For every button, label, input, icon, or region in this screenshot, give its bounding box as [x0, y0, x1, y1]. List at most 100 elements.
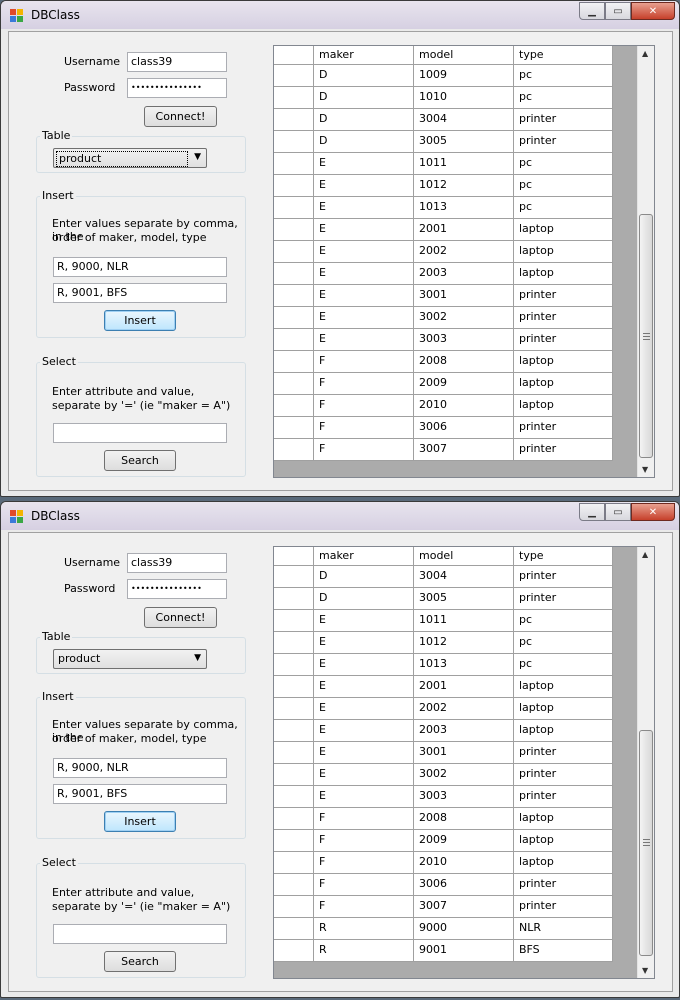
cell-maker[interactable]: E — [314, 219, 414, 241]
close-button[interactable]: ✕ — [631, 503, 675, 521]
table-row[interactable]: F 2010 laptop — [274, 395, 613, 417]
cell-type[interactable]: printer — [514, 285, 613, 307]
table-row[interactable]: E 2001 laptop — [274, 676, 613, 698]
cell-model[interactable]: 1009 — [414, 65, 514, 87]
cell-model[interactable]: 2002 — [414, 241, 514, 263]
table-row[interactable]: F 3006 printer — [274, 874, 613, 896]
cell-model[interactable]: 3001 — [414, 742, 514, 764]
column-header-maker[interactable]: maker — [314, 46, 414, 65]
cell-maker[interactable]: E — [314, 698, 414, 720]
scroll-up-arrow-icon[interactable]: ▲ — [642, 49, 648, 58]
scrollbar-thumb[interactable] — [639, 214, 653, 458]
table-row[interactable]: E 2002 laptop — [274, 241, 613, 263]
cell-type[interactable]: pc — [514, 175, 613, 197]
cell-maker[interactable]: F — [314, 830, 414, 852]
cell-type[interactable]: printer — [514, 131, 613, 153]
row-header[interactable] — [274, 786, 314, 808]
cell-type[interactable]: laptop — [514, 395, 613, 417]
cell-model[interactable]: 9000 — [414, 918, 514, 940]
cell-model[interactable]: 1012 — [414, 175, 514, 197]
cell-type[interactable]: printer — [514, 307, 613, 329]
cell-maker[interactable]: F — [314, 417, 414, 439]
insert-button[interactable]: Insert — [104, 310, 176, 331]
table-row[interactable]: F 2008 laptop — [274, 351, 613, 373]
cell-model[interactable]: 3002 — [414, 307, 514, 329]
column-header-model[interactable]: model — [414, 46, 514, 65]
cell-maker[interactable]: E — [314, 153, 414, 175]
cell-model[interactable]: 2003 — [414, 720, 514, 742]
cell-model[interactable]: 3004 — [414, 566, 514, 588]
cell-model[interactable]: 1011 — [414, 610, 514, 632]
cell-model[interactable]: 2009 — [414, 373, 514, 395]
row-header[interactable] — [274, 153, 314, 175]
cell-model[interactable]: 2001 — [414, 676, 514, 698]
table-row[interactable]: D 1010 pc — [274, 87, 613, 109]
cell-model[interactable]: 3004 — [414, 109, 514, 131]
cell-maker[interactable]: D — [314, 588, 414, 610]
row-header[interactable] — [274, 918, 314, 940]
cell-model[interactable]: 1010 — [414, 87, 514, 109]
cell-type[interactable]: laptop — [514, 219, 613, 241]
cell-type[interactable]: printer — [514, 439, 613, 461]
cell-maker[interactable]: E — [314, 285, 414, 307]
cell-model[interactable]: 3003 — [414, 786, 514, 808]
cell-maker[interactable]: R — [314, 918, 414, 940]
row-header[interactable] — [274, 285, 314, 307]
row-header[interactable] — [274, 852, 314, 874]
column-header-model[interactable]: model — [414, 547, 514, 566]
cell-type[interactable]: pc — [514, 610, 613, 632]
cell-type[interactable]: printer — [514, 896, 613, 918]
column-header-maker[interactable]: maker — [314, 547, 414, 566]
scrollbar-thumb[interactable] — [639, 730, 653, 956]
cell-type[interactable]: printer — [514, 588, 613, 610]
cell-model[interactable]: 3006 — [414, 874, 514, 896]
row-header[interactable] — [274, 439, 314, 461]
cell-type[interactable]: laptop — [514, 676, 613, 698]
cell-type[interactable]: printer — [514, 566, 613, 588]
table-row[interactable]: E 3001 printer — [274, 742, 613, 764]
cell-model[interactable]: 3007 — [414, 439, 514, 461]
cell-type[interactable]: printer — [514, 742, 613, 764]
cell-maker[interactable]: F — [314, 351, 414, 373]
cell-maker[interactable]: E — [314, 197, 414, 219]
table-row[interactable]: E 3002 printer — [274, 764, 613, 786]
table-row[interactable]: F 3007 printer — [274, 439, 613, 461]
cell-maker[interactable]: E — [314, 307, 414, 329]
cell-model[interactable]: 2010 — [414, 852, 514, 874]
table-row[interactable]: F 3006 printer — [274, 417, 613, 439]
row-header[interactable] — [274, 588, 314, 610]
table-row[interactable]: F 2009 laptop — [274, 373, 613, 395]
cell-type[interactable]: laptop — [514, 241, 613, 263]
table-row[interactable]: E 3003 printer — [274, 786, 613, 808]
cell-model[interactable]: 3003 — [414, 329, 514, 351]
cell-type[interactable]: NLR — [514, 918, 613, 940]
table-row[interactable]: E 2002 laptop — [274, 698, 613, 720]
row-header[interactable] — [274, 676, 314, 698]
cell-model[interactable]: 9001 — [414, 940, 514, 962]
password-input[interactable]: ••••••••••••••• — [127, 78, 227, 98]
cell-maker[interactable]: F — [314, 852, 414, 874]
table-row[interactable]: E 1011 pc — [274, 153, 613, 175]
cell-maker[interactable]: F — [314, 439, 414, 461]
cell-model[interactable]: 1011 — [414, 153, 514, 175]
cell-maker[interactable]: E — [314, 329, 414, 351]
row-header[interactable] — [274, 395, 314, 417]
table-row[interactable]: E 2003 laptop — [274, 263, 613, 285]
cell-maker[interactable]: E — [314, 263, 414, 285]
cell-model[interactable]: 2008 — [414, 808, 514, 830]
cell-type[interactable]: laptop — [514, 373, 613, 395]
close-button[interactable]: ✕ — [631, 2, 675, 20]
cell-model[interactable]: 1012 — [414, 632, 514, 654]
cell-model[interactable]: 2001 — [414, 219, 514, 241]
cell-type[interactable]: pc — [514, 87, 613, 109]
maximize-button[interactable]: ▭ — [605, 503, 631, 521]
scroll-down-arrow-icon[interactable]: ▼ — [642, 966, 648, 975]
title-bar[interactable]: DBClass ▁ ▭ ✕ — [1, 1, 679, 29]
insert-button[interactable]: Insert — [104, 811, 176, 832]
table-row[interactable]: F 2010 laptop — [274, 852, 613, 874]
cell-maker[interactable]: E — [314, 786, 414, 808]
cell-type[interactable]: printer — [514, 109, 613, 131]
cell-maker[interactable]: D — [314, 566, 414, 588]
cell-maker[interactable]: F — [314, 874, 414, 896]
cell-model[interactable]: 3005 — [414, 588, 514, 610]
